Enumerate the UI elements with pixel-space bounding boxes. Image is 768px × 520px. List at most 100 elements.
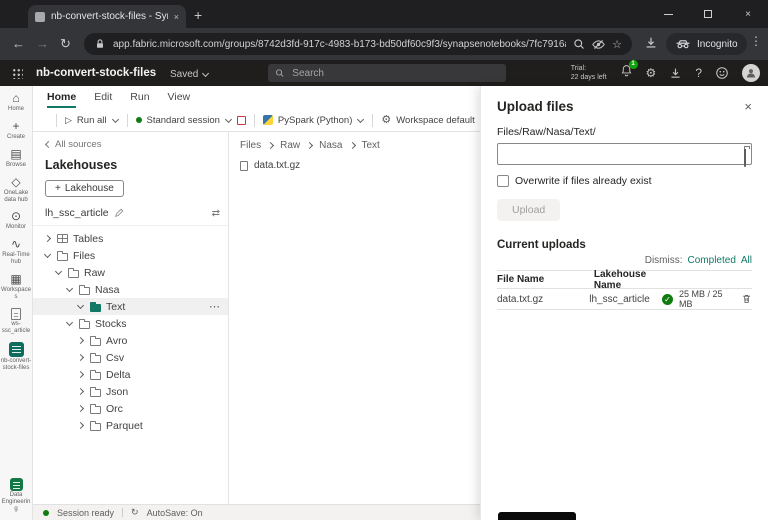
- lakehouse-row[interactable]: lh_ssc_article: [33, 203, 228, 226]
- tree-item-files[interactable]: Files: [33, 247, 228, 264]
- file-list-item[interactable]: data.txt.gz: [230, 151, 480, 171]
- tree-item-nasa[interactable]: Nasa: [33, 281, 228, 298]
- tab-view[interactable]: View: [168, 91, 191, 108]
- eye-off-icon[interactable]: [592, 38, 605, 51]
- upload-button[interactable]: Upload: [497, 199, 560, 221]
- tab-run[interactable]: Run: [130, 91, 149, 108]
- tree-item-stocks[interactable]: Stocks: [33, 315, 228, 332]
- download-app-icon[interactable]: [669, 67, 682, 80]
- browse-folder-icon[interactable]: [744, 149, 746, 167]
- downloads-icon[interactable]: [644, 36, 658, 50]
- tab-home[interactable]: Home: [47, 91, 76, 108]
- browser-menu-icon[interactable]: [750, 34, 762, 48]
- file-icon: [240, 161, 248, 171]
- settings-gear-icon[interactable]: [646, 66, 657, 80]
- tree-item-text-selected[interactable]: Text: [33, 298, 228, 315]
- breadcrumb-item[interactable]: Raw: [280, 140, 300, 151]
- notifications-button[interactable]: 1: [620, 64, 633, 82]
- back-icon[interactable]: [12, 35, 25, 53]
- tree-item-raw[interactable]: Raw: [33, 264, 228, 281]
- tree-item-json[interactable]: Json: [33, 383, 228, 400]
- chevron-right-icon[interactable]: [43, 234, 52, 243]
- search-input[interactable]: [290, 67, 499, 80]
- all-sources-back[interactable]: All sources: [33, 136, 228, 152]
- tab-edit[interactable]: Edit: [94, 91, 112, 108]
- sidebar-item-workspaces[interactable]: Workspaces: [0, 273, 33, 301]
- autosave-status[interactable]: AutoSave: On: [147, 508, 203, 518]
- environment-dropdown[interactable]: Workspace default: [396, 115, 475, 126]
- chevron-down-icon[interactable]: [112, 117, 119, 124]
- sidebar-item-workspace[interactable]: ws-ssc_article: [0, 308, 33, 335]
- tab-favicon: [35, 12, 45, 22]
- breadcrumb-item[interactable]: Nasa: [319, 140, 342, 151]
- maximize-button[interactable]: [688, 0, 728, 28]
- browser-tab[interactable]: nb-convert-stock-files - Synaps: [28, 5, 186, 28]
- sidebar-item-realtime-hub[interactable]: Real-Time hub: [0, 238, 33, 266]
- sidebar-item-home[interactable]: Home: [0, 92, 33, 113]
- close-panel-icon[interactable]: [744, 100, 752, 113]
- switch-lakehouse-icon[interactable]: [212, 208, 220, 219]
- lakehouse-explorer: All sources Lakehouses Lakehouse lh_ssc_…: [33, 132, 229, 504]
- chevron-right-icon[interactable]: [76, 387, 85, 396]
- sidebar-item-experience-switcher[interactable]: Data Engineering: [0, 478, 33, 513]
- zoom-icon[interactable]: [573, 38, 585, 50]
- breadcrumb-item[interactable]: Text: [362, 140, 380, 151]
- panel-title: Upload files: [497, 99, 574, 114]
- global-search[interactable]: [268, 64, 506, 82]
- add-lakehouse-button[interactable]: Lakehouse: [45, 180, 124, 197]
- tree-item-avro[interactable]: Avro: [33, 332, 228, 349]
- chevron-down-icon[interactable]: [54, 268, 63, 277]
- tab-close-icon[interactable]: [174, 12, 179, 22]
- close-button[interactable]: [728, 0, 768, 28]
- edit-pencil-icon[interactable]: [114, 208, 124, 218]
- address-bar[interactable]: app.fabric.microsoft.com/groups/8742d3fd…: [84, 33, 632, 55]
- chevron-down-icon[interactable]: [43, 251, 52, 260]
- sidebar-item-label: Monitor: [1, 224, 32, 231]
- more-options-icon[interactable]: [209, 300, 220, 313]
- sidebar-item-browse[interactable]: Browse: [0, 148, 33, 169]
- tree-item-orc[interactable]: Orc: [33, 400, 228, 417]
- chevron-right-icon[interactable]: [76, 404, 85, 413]
- forward-icon[interactable]: [36, 35, 49, 53]
- run-all-button[interactable]: Run all: [77, 115, 107, 126]
- chevron-right-icon[interactable]: [76, 421, 85, 430]
- tree-item-csv[interactable]: Csv: [33, 349, 228, 366]
- account-avatar[interactable]: [742, 64, 760, 82]
- overwrite-checkbox[interactable]: [497, 175, 509, 187]
- chevron-down-icon[interactable]: [357, 117, 364, 124]
- tree-item-tables[interactable]: Tables: [33, 230, 228, 247]
- sidebar-item-notebook-active[interactable]: nb-convert-stock-files: [0, 342, 33, 372]
- waffle-menu-icon[interactable]: [12, 68, 23, 79]
- chevron-down-icon[interactable]: [65, 285, 74, 294]
- workspace-icon: [11, 308, 21, 320]
- sidebar-item-create[interactable]: Create: [0, 120, 33, 141]
- chevron-down-icon[interactable]: [76, 302, 85, 311]
- sidebar-item-monitor[interactable]: Monitor: [0, 210, 33, 231]
- chevron-right-icon: [266, 141, 275, 150]
- chevron-down-icon[interactable]: [225, 117, 232, 124]
- tree-item-parquet[interactable]: Parquet: [33, 417, 228, 434]
- sidebar-item-onelake[interactable]: OneLake data hub: [0, 176, 33, 204]
- help-icon[interactable]: [695, 66, 702, 80]
- notebook-ribbon: Home Edit Run View Run all Standard sess…: [33, 86, 480, 132]
- dismiss-all-link[interactable]: All: [741, 255, 752, 266]
- folder-icon-selected: [90, 304, 101, 312]
- chevron-right-icon[interactable]: [76, 353, 85, 362]
- dismiss-completed-link[interactable]: Completed: [688, 255, 736, 266]
- session-dropdown[interactable]: Standard session: [147, 115, 220, 126]
- new-tab-button[interactable]: +: [194, 6, 202, 24]
- tree-item-delta[interactable]: Delta: [33, 366, 228, 383]
- bookmark-star-icon[interactable]: ☆: [612, 38, 622, 51]
- feedback-smiley-icon[interactable]: [715, 66, 729, 80]
- reload-icon[interactable]: [60, 35, 71, 53]
- minimize-button[interactable]: [648, 0, 688, 28]
- breadcrumb-item[interactable]: Files: [240, 140, 261, 151]
- upload-path-input[interactable]: [497, 143, 752, 165]
- chevron-right-icon[interactable]: [76, 336, 85, 345]
- stop-session-icon[interactable]: [237, 116, 246, 125]
- language-dropdown[interactable]: PySpark (Python): [278, 115, 352, 126]
- chevron-down-icon[interactable]: [65, 319, 74, 328]
- delete-trash-icon[interactable]: [741, 293, 752, 305]
- chevron-right-icon[interactable]: [76, 370, 85, 379]
- saved-status[interactable]: Saved: [170, 69, 209, 80]
